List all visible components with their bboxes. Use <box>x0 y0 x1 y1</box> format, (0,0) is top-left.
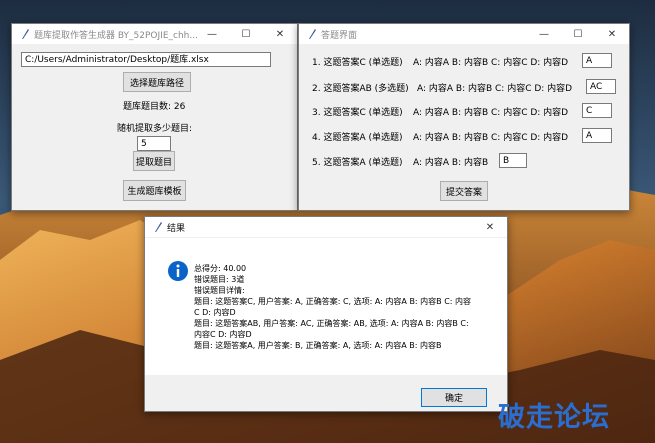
window-controls: — ☐ ✕ <box>527 24 629 44</box>
answer-titlebar[interactable]: 答题界面 — ☐ ✕ <box>299 24 629 44</box>
feather-icon <box>22 29 29 39</box>
ok-button[interactable]: 确定 <box>421 388 487 407</box>
question-options: A: 内容A B: 内容B C: 内容C D: 内容D <box>413 58 569 68</box>
count-label: 题库题目数: 26 <box>123 102 186 112</box>
answer-window: 答题界面 — ☐ ✕ 1. 这题答案C (单选题) A: 内容A B: 内容B … <box>298 23 630 211</box>
extract-count-input[interactable]: 5 <box>137 136 171 151</box>
close-icon[interactable]: ✕ <box>263 24 297 44</box>
question-options: A: 内容A B: 内容B C: 内容C D: 内容D <box>413 108 569 118</box>
question-options: A: 内容A B: 内容B C: 内容C D: 内容D <box>417 84 573 94</box>
feather-icon <box>155 222 162 232</box>
result-line: 错误题目详情: <box>194 286 245 295</box>
result-titlebar[interactable]: 结果 ✕ <box>145 217 507 237</box>
info-icon <box>168 261 188 281</box>
main-window-title: 题库提取作答生成器 BY_52POJIE_chh... <box>34 31 198 41</box>
answer-input[interactable]: B <box>499 153 527 168</box>
extract-button[interactable]: 提取题目 <box>133 151 175 171</box>
window-controls: ✕ <box>473 217 507 237</box>
question-label: 4. 这题答案A (单选题) <box>312 133 403 143</box>
main-window: 题库提取作答生成器 BY_52POJIE_chh... — ☐ ✕ C:/Use… <box>11 23 298 211</box>
select-path-button[interactable]: 选择题库路径 <box>123 72 191 92</box>
question-label: 3. 这题答案C (单选题) <box>312 108 403 118</box>
close-icon[interactable]: ✕ <box>473 217 507 237</box>
question-label: 5. 这题答案A (单选题) <box>312 158 403 168</box>
close-icon[interactable]: ✕ <box>595 24 629 44</box>
result-line: C D: 内容D <box>194 308 236 317</box>
question-label: 2. 这题答案AB (多选题) <box>312 84 409 94</box>
answer-input[interactable]: C <box>582 103 612 118</box>
template-button[interactable]: 生成题库模板 <box>123 180 186 201</box>
result-dialog: 结果 ✕ 总得分: 40.00 错误题目: 3道 错误题目详情: 题目: 这题答… <box>144 216 508 412</box>
result-dialog-title: 结果 <box>167 224 186 234</box>
answer-input[interactable]: AC <box>586 79 616 94</box>
result-line: 错误题目: 3道 <box>194 275 245 284</box>
result-line: 题目: 这题答案C, 用户答案: A, 正确答案: C, 选项: A: 内容A … <box>194 297 472 306</box>
submit-answers-button[interactable]: 提交答案 <box>440 181 488 201</box>
extract-prompt: 随机提取多少题目: <box>117 124 193 134</box>
maximize-icon[interactable]: ☐ <box>561 24 595 44</box>
minimize-icon[interactable]: — <box>195 24 229 44</box>
result-line: 内容C D: 内容D <box>194 330 252 339</box>
feather-icon <box>309 29 316 39</box>
window-controls: — ☐ ✕ <box>195 24 297 44</box>
answer-window-title: 答题界面 <box>321 31 358 41</box>
result-line: 题目: 这题答案A, 用户答案: B, 正确答案: A, 选项: A: 内容A … <box>194 341 442 350</box>
result-line: 题目: 这题答案AB, 用户答案: AC, 正确答案: AB, 选项: A: 内… <box>194 319 469 328</box>
answer-input[interactable]: A <box>582 128 612 143</box>
question-options: A: 内容A B: 内容B <box>413 158 489 168</box>
question-label: 1. 这题答案C (单选题) <box>312 58 403 68</box>
main-titlebar[interactable]: 题库提取作答生成器 BY_52POJIE_chh... — ☐ ✕ <box>12 24 297 44</box>
forum-watermark: 破走论坛 <box>498 402 610 433</box>
maximize-icon[interactable]: ☐ <box>229 24 263 44</box>
result-body: 总得分: 40.00 错误题目: 3道 错误题目详情: 题目: 这题答案C, 用… <box>145 238 507 375</box>
path-input[interactable]: C:/Users/Administrator/Desktop/题库.xlsx <box>21 52 271 67</box>
answer-input[interactable]: A <box>582 53 612 68</box>
minimize-icon[interactable]: — <box>527 24 561 44</box>
result-text: 总得分: 40.00 错误题目: 3道 错误题目详情: 题目: 这题答案C, 用… <box>194 263 494 351</box>
question-options: A: 内容A B: 内容B C: 内容C D: 内容D <box>413 133 569 143</box>
result-line: 总得分: 40.00 <box>194 264 247 273</box>
